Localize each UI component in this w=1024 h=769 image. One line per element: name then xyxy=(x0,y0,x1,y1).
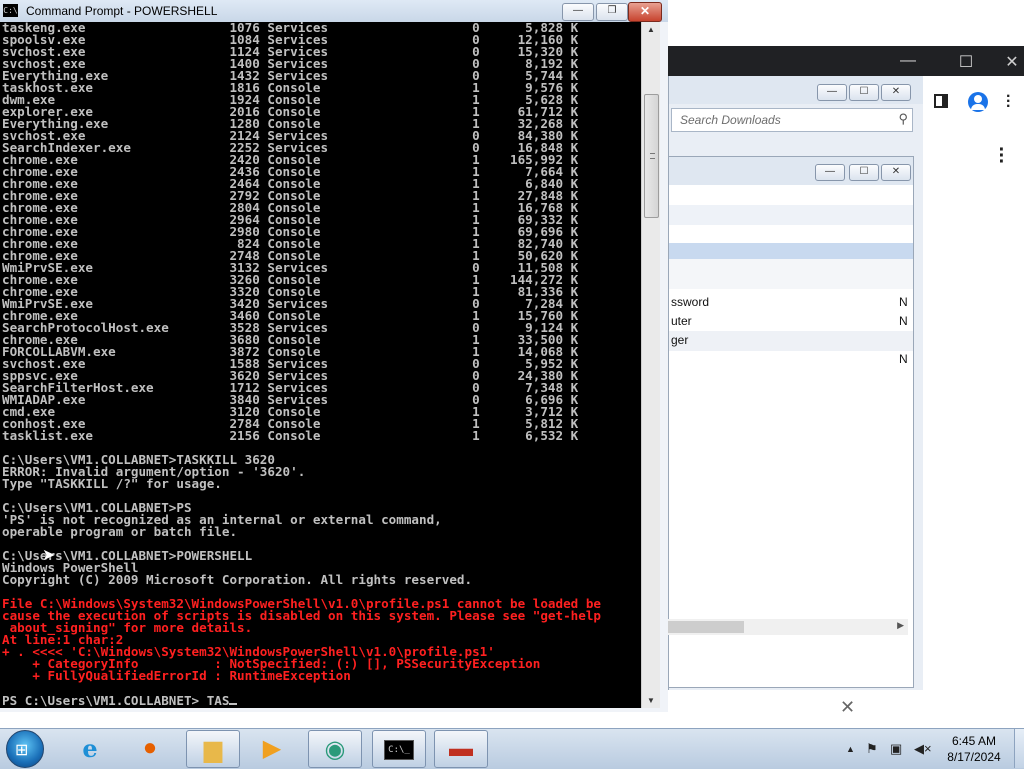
minimize-button[interactable]: — xyxy=(562,3,594,21)
list-row-highlight xyxy=(669,331,913,351)
console-output[interactable]: taskeng.exe 1076 Services 0 5,828 Kspool… xyxy=(0,22,641,708)
explorer-front-titlebar: — ☐ ✕ xyxy=(669,157,913,185)
restore-button[interactable]: ❐ xyxy=(596,3,628,21)
close-button[interactable]: ✕ xyxy=(881,164,911,181)
column-header[interactable] xyxy=(669,243,913,259)
list-item-label[interactable]: uter xyxy=(671,314,692,328)
side-panel-icon[interactable] xyxy=(934,94,948,108)
list-item-label[interactable]: ger xyxy=(671,333,688,347)
more-options-icon[interactable]: · · · xyxy=(996,140,1008,172)
toolbox-icon: ▬ xyxy=(449,735,473,762)
clock-time: 6:45 AM xyxy=(951,734,997,748)
scroll-down-icon[interactable]: ▼ xyxy=(647,696,655,705)
scroll-right-icon[interactable]: ▶ xyxy=(897,620,904,631)
taskbar-media-player[interactable]: ▶ xyxy=(246,730,298,766)
maximize-icon[interactable]: ☐ xyxy=(956,52,976,72)
explorer-window-front: — ☐ ✕ ssword N uter N ger N xyxy=(668,156,914,688)
search-placeholder: Search Downloads xyxy=(680,113,781,127)
cmd-app-icon: C:\ xyxy=(3,4,18,17)
console-line: operable program or batch file. xyxy=(2,524,238,539)
profile-avatar[interactable] xyxy=(968,92,988,112)
show-hidden-icons-icon[interactable]: ▲ xyxy=(846,744,855,754)
browser-titlebar: — ☐ ✕ xyxy=(668,46,1024,76)
window-title: Command Prompt - POWERSHELL xyxy=(26,4,218,18)
console-line: Copyright (C) 2009 Microsoft Corporation… xyxy=(2,572,473,587)
close-icon[interactable]: ✕ xyxy=(1002,52,1022,72)
text-cursor xyxy=(229,694,238,705)
taskbar-toolbox[interactable]: ▬ xyxy=(434,730,488,768)
cmd-titlebar[interactable]: C:\ Command Prompt - POWERSHELL — ❐ ✕ xyxy=(0,0,668,22)
close-button[interactable]: ✕ xyxy=(628,2,662,22)
command-prompt-icon: C:\_ xyxy=(373,739,425,760)
action-center-flag-icon[interactable]: ⚑ xyxy=(866,741,878,757)
chrome-icon: ◉ xyxy=(324,736,346,763)
process-row: tasklist.exe 2156 Console 1 6,532 K xyxy=(2,428,579,443)
taskbar-chrome[interactable]: ◉ xyxy=(308,730,362,768)
taskbar-explorer[interactable]: ▆ xyxy=(186,730,240,768)
internet-explorer-icon: e xyxy=(82,734,98,763)
powershell-prompt[interactable]: PS C:\Users\VM1.COLLABNET> TAS xyxy=(0,694,641,707)
clock-date: 8/17/2024 xyxy=(947,750,1001,764)
minimize-icon[interactable]: — xyxy=(898,52,918,70)
toolbar-band xyxy=(669,205,913,225)
search-icon[interactable]: ⚲ xyxy=(898,111,908,127)
media-player-icon: ▶ xyxy=(262,735,282,762)
taskbar-cmd[interactable]: C:\_ xyxy=(372,730,426,768)
list-header-area xyxy=(669,259,913,289)
taskbar-firefox[interactable]: ● xyxy=(124,730,176,766)
taskbar-ie[interactable]: e xyxy=(64,730,116,766)
error-line: + FullyQualifiedErrorId : RuntimeExcepti… xyxy=(2,668,351,683)
desktop-background xyxy=(668,0,1024,46)
horizontal-scrollbar[interactable]: ▶ xyxy=(668,619,908,635)
vertical-scrollbar[interactable]: ▲ ▼ xyxy=(641,22,660,708)
system-clock[interactable]: 6:45 AM 8/17/2024 xyxy=(944,733,1004,765)
volume-muted-icon[interactable]: ◀× xyxy=(914,741,932,757)
show-desktop-button[interactable] xyxy=(1014,729,1024,768)
list-item-flag: N xyxy=(899,295,908,309)
scroll-thumb[interactable] xyxy=(668,621,744,633)
browser-toolbar: · · · xyxy=(922,76,1024,131)
list-item-label[interactable]: ssword xyxy=(671,295,709,309)
network-icon[interactable]: ▣ xyxy=(890,741,902,757)
minimize-button[interactable]: — xyxy=(817,84,847,101)
close-icon[interactable]: ✕ xyxy=(840,697,855,718)
start-button[interactable]: ⊞ xyxy=(6,730,44,768)
menu-icon[interactable]: · · · xyxy=(1006,89,1011,115)
command-prompt-window: C:\ Command Prompt - POWERSHELL — ❐ ✕ ta… xyxy=(0,0,668,712)
firefox-icon: ● xyxy=(142,734,158,761)
scroll-up-icon[interactable]: ▲ xyxy=(647,25,655,34)
scroll-thumb[interactable] xyxy=(644,94,659,218)
explorer-titlebar: — ☐ ✕ xyxy=(669,76,923,104)
search-input[interactable]: Search Downloads ⚲ xyxy=(671,108,913,132)
maximize-button[interactable]: ☐ xyxy=(849,84,879,101)
console-line: Type "TASKKILL /?" for usage. xyxy=(2,476,222,491)
folder-icon: ▆ xyxy=(203,736,223,763)
mouse-pointer-icon: ➤ xyxy=(42,547,56,564)
list-item-flag: N xyxy=(899,314,908,328)
minimize-button[interactable]: — xyxy=(815,164,845,181)
close-button[interactable]: ✕ xyxy=(881,84,911,101)
list-item-flag: N xyxy=(899,352,908,366)
maximize-button[interactable]: ☐ xyxy=(849,164,879,181)
windows-logo-icon: ⊞ xyxy=(15,742,29,759)
